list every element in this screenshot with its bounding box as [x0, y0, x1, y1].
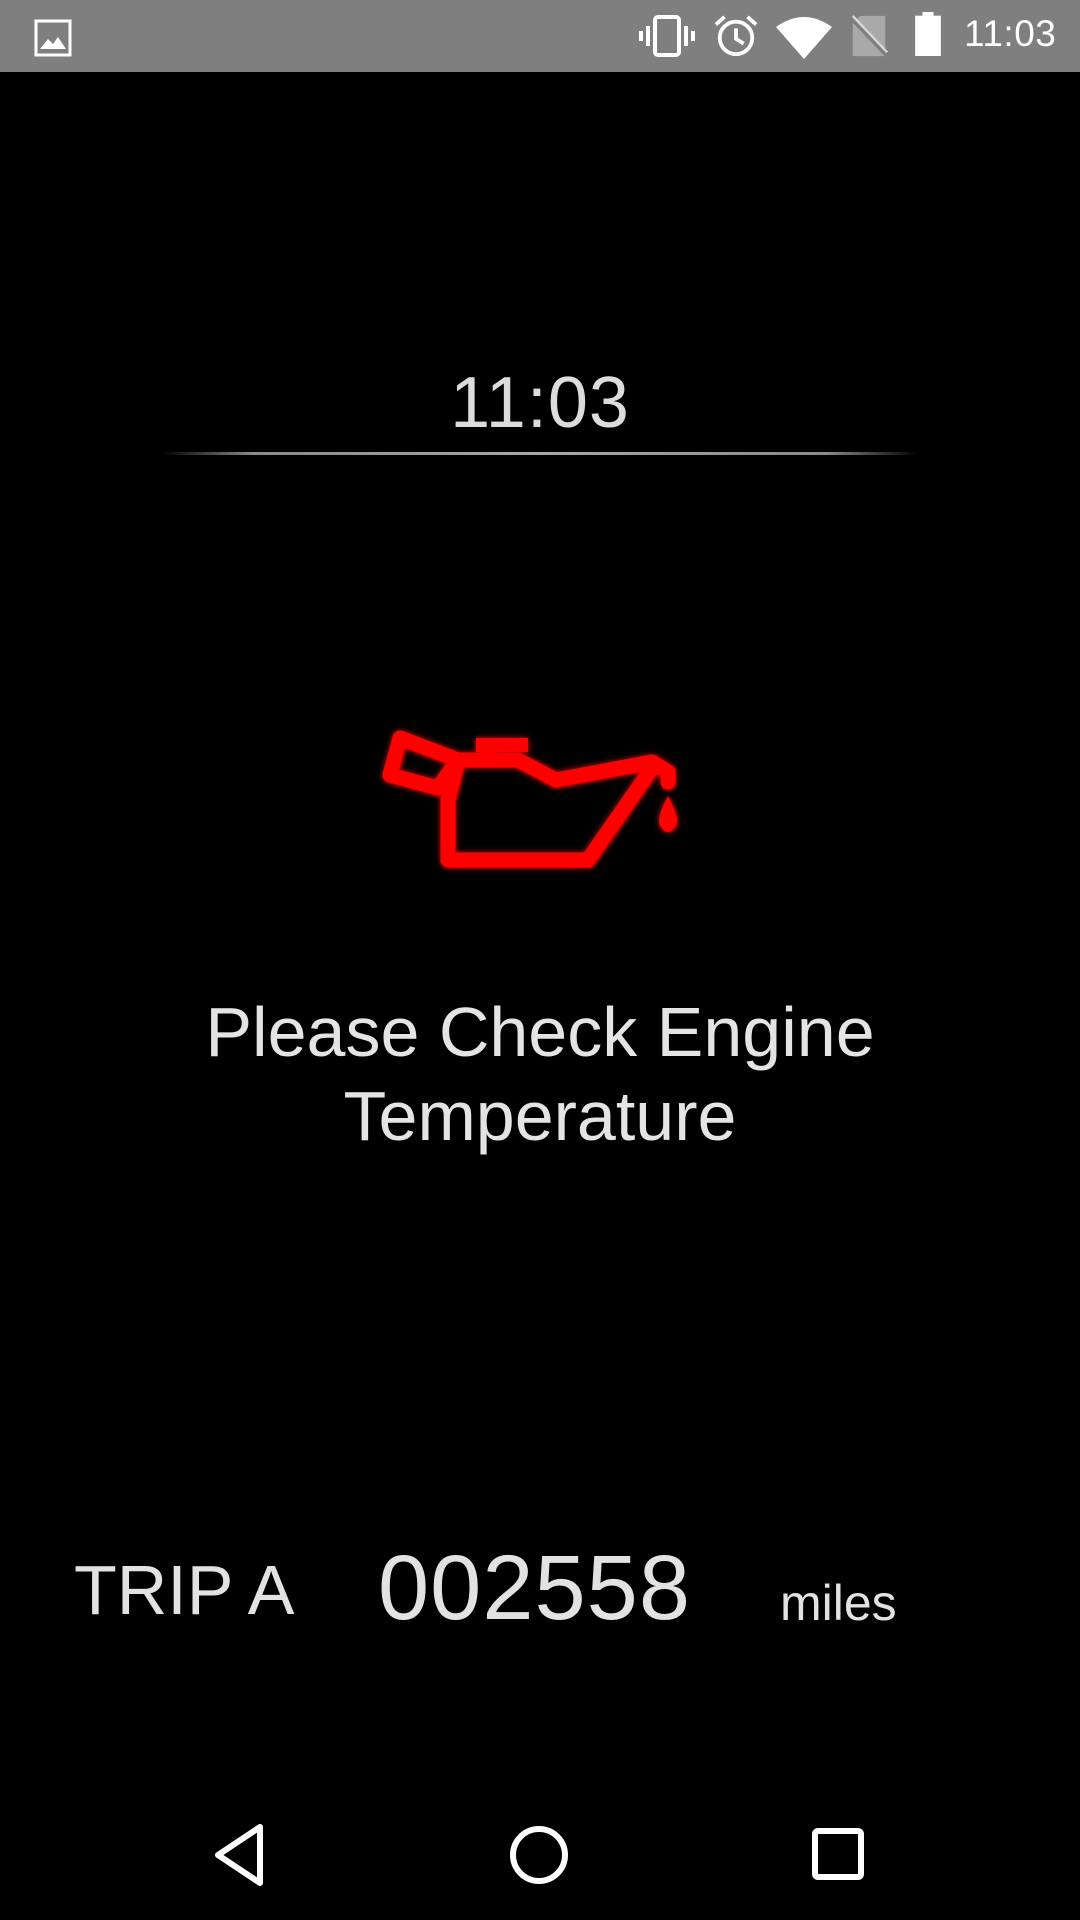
recents-icon[interactable] [794, 1810, 884, 1900]
trip-label: TRIP A [74, 1551, 295, 1629]
warning-message-line2: Temperature [343, 1077, 737, 1155]
warning-message-line1: Please Check Engine [205, 993, 875, 1071]
wifi-icon [776, 17, 832, 59]
clock-divider [162, 452, 918, 455]
status-bar-time: 11:03 [964, 13, 1057, 54]
battery-icon [915, 12, 941, 56]
navigation-bar [0, 1790, 1080, 1920]
warning-message: Please Check Engine Temperature [140, 990, 940, 1158]
screen: 11:03 11:03 Please Check Engine Temperat… [0, 0, 1080, 1920]
alarm-icon [714, 15, 758, 57]
trip-unit: miles [780, 1575, 897, 1631]
oil-can-icon [382, 730, 677, 868]
image-notification-icon [34, 19, 72, 57]
home-icon[interactable] [494, 1810, 584, 1900]
vibrate-icon [639, 15, 695, 57]
no-sim-icon [849, 15, 889, 58]
trip-odometer-value: 002558 [378, 1537, 691, 1639]
clock-time: 11:03 [450, 363, 630, 443]
status-bar: 11:03 [0, 0, 1080, 72]
back-icon[interactable] [196, 1810, 286, 1900]
